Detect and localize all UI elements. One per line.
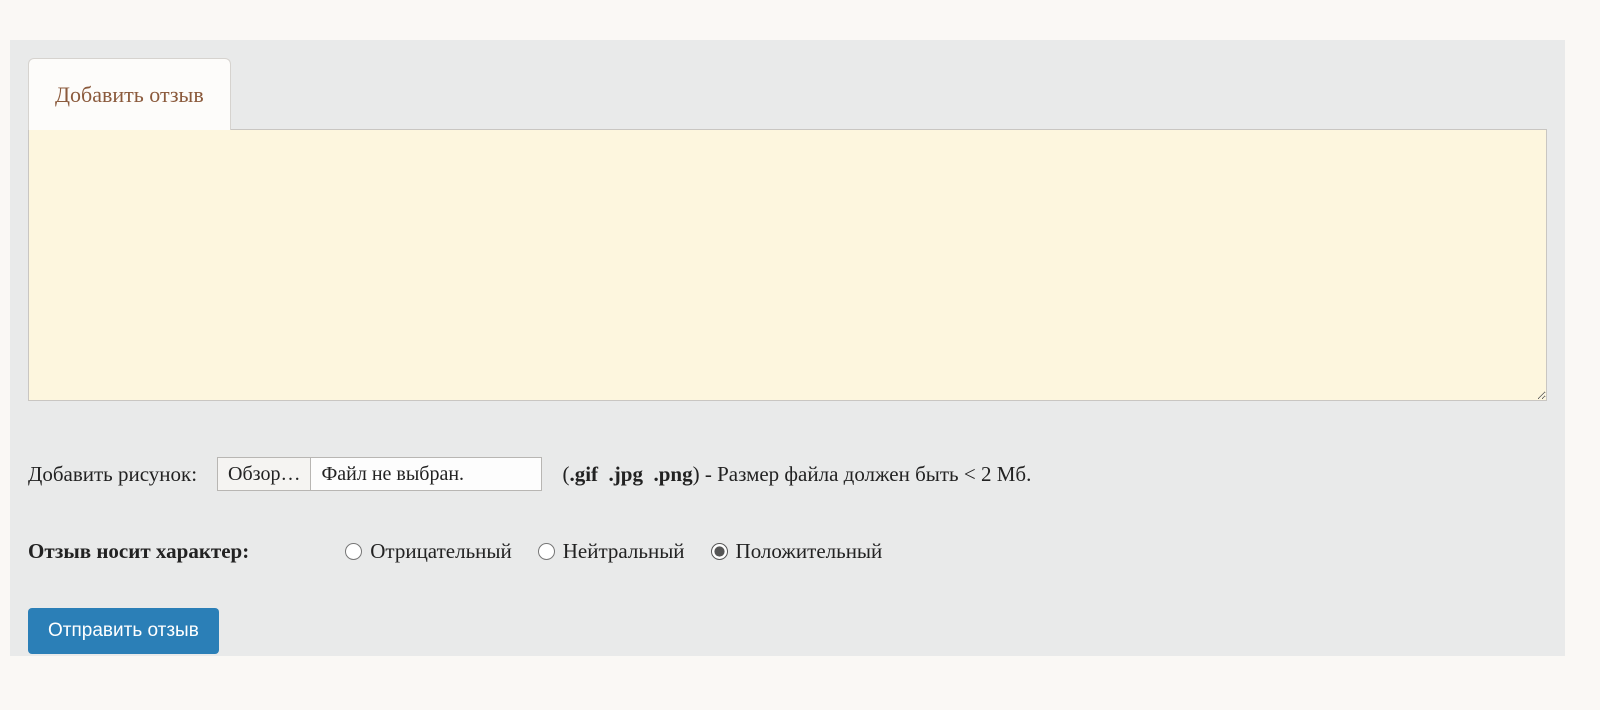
radio-neutral-label: Нейтральный bbox=[563, 539, 685, 564]
radio-neutral[interactable]: Нейтральный bbox=[538, 539, 685, 564]
file-label: Добавить рисунок: bbox=[28, 462, 197, 487]
tab-bar: Добавить отзыв bbox=[28, 58, 1547, 130]
file-ext-gif: .gif bbox=[569, 462, 598, 486]
radio-negative-label: Отрицательный bbox=[370, 539, 512, 564]
radio-negative[interactable]: Отрицательный bbox=[345, 539, 512, 564]
file-hint: (.gif .jpg .png) - Размер файла должен б… bbox=[562, 462, 1031, 487]
nature-label: Отзыв носит характер: bbox=[28, 539, 249, 564]
radio-neutral-input[interactable] bbox=[538, 543, 555, 560]
file-ext-jpg: .jpg bbox=[609, 462, 643, 486]
radio-positive-label: Положительный bbox=[736, 539, 883, 564]
submit-button[interactable]: Отправить отзыв bbox=[28, 608, 219, 654]
file-ext-png: .png bbox=[653, 462, 692, 486]
review-textarea[interactable] bbox=[28, 129, 1547, 401]
radio-positive-input[interactable] bbox=[711, 543, 728, 560]
radio-positive[interactable]: Положительный bbox=[711, 539, 883, 564]
file-input[interactable]: Обзор… Файл не выбран. bbox=[217, 457, 542, 491]
tab-label: Добавить отзыв bbox=[55, 82, 204, 108]
tab-add-review[interactable]: Добавить отзыв bbox=[28, 58, 231, 130]
submit-label: Отправить отзыв bbox=[48, 620, 199, 641]
file-row: Добавить рисунок: Обзор… Файл не выбран.… bbox=[28, 457, 1547, 491]
file-browse-label: Обзор… bbox=[228, 463, 300, 486]
nature-radio-group: Отрицательный Нейтральный Положительный bbox=[345, 539, 882, 564]
file-status: Файл не выбран. bbox=[311, 458, 541, 490]
review-form-panel: Добавить отзыв Добавить рисунок: Обзор… … bbox=[10, 40, 1565, 656]
file-browse-button[interactable]: Обзор… bbox=[218, 458, 311, 490]
radio-negative-input[interactable] bbox=[345, 543, 362, 560]
nature-row: Отзыв носит характер: Отрицательный Нейт… bbox=[28, 539, 1547, 564]
